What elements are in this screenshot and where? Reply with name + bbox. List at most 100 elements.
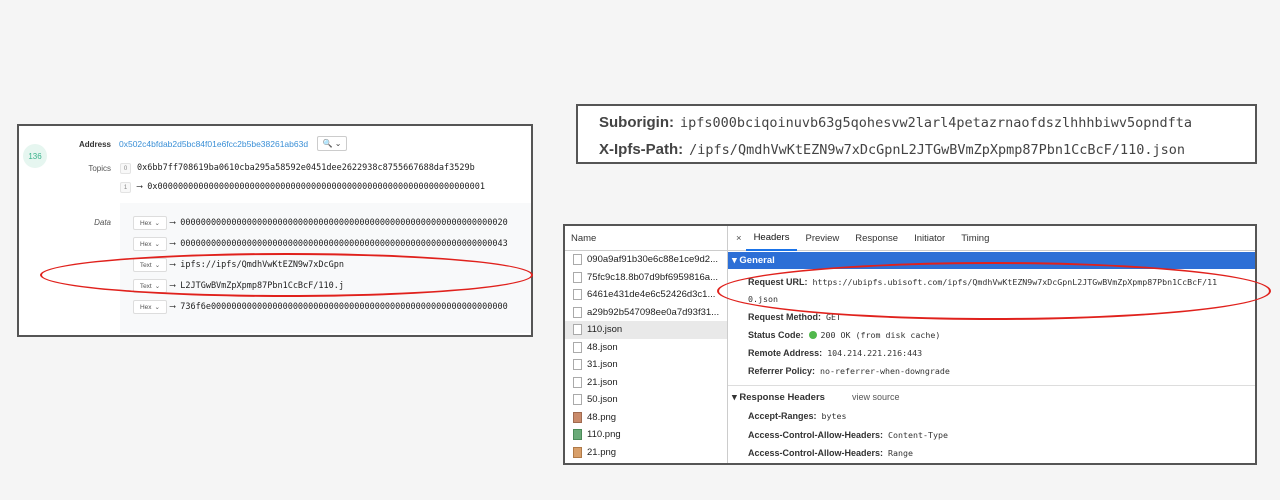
document-icon	[573, 359, 582, 371]
name-column-header[interactable]: Name	[565, 226, 727, 251]
request-row[interactable]: 110.png	[565, 426, 727, 444]
request-url-label: Request URL:	[748, 277, 808, 287]
acah-row: Access-Control-Allow-Headers: Content-Typ…	[748, 430, 948, 440]
acah-value: Content-Type	[888, 430, 948, 440]
chevron-down-icon: ⌄	[154, 262, 161, 269]
request-row[interactable]: 48.png	[565, 409, 727, 427]
data-label: Data	[94, 218, 111, 227]
request-row[interactable]: 6461e431de4e6c52426d3c1...	[565, 286, 727, 304]
section-divider	[728, 385, 1255, 386]
format-select[interactable]: Text ⌄	[133, 258, 167, 272]
request-row[interactable]: 21.json	[565, 374, 727, 392]
request-url-continued: 0.json	[748, 294, 778, 304]
request-url-value-wrap: 0.json	[748, 294, 778, 304]
data-value: ⟶ ipfs://ipfs/QmdhVwKtEZN9w7xDcGpn	[170, 260, 344, 270]
status-code-label: Status Code:	[748, 330, 804, 340]
acah-row: Access-Control-Allow-Headers: Range	[748, 448, 913, 458]
format-select[interactable]: Text ⌄	[133, 279, 167, 293]
accept-ranges-label: Accept-Ranges:	[748, 411, 817, 421]
request-row[interactable]: 21.png	[565, 444, 727, 462]
ipfs-path-label: X-Ipfs-Path:	[599, 141, 684, 158]
referrer-policy-label: Referrer Policy:	[748, 366, 816, 376]
format-select-label: Text	[139, 261, 152, 269]
suborigin-value: ipfs000bciqoinuvb63g5qohesvw2larl4petazr…	[680, 115, 1193, 131]
request-detail: × Headers Preview Response Initiator Tim…	[728, 226, 1255, 463]
request-name: 50.json	[587, 394, 618, 406]
tab-response[interactable]: Response	[847, 226, 906, 251]
request-row[interactable]: 090a9af91b30e6c88e1ce9d2...	[565, 251, 727, 269]
accept-ranges-value: bytes	[821, 411, 847, 421]
data-value: ⟶ 00000000000000000000000000000000000000…	[170, 239, 508, 249]
tab-timing[interactable]: Timing	[953, 226, 997, 251]
topics-label: Topics	[88, 164, 111, 173]
topic-index: 0	[120, 163, 131, 174]
request-name: 21.json	[587, 376, 618, 388]
format-select[interactable]: Hex ⌄	[133, 300, 167, 314]
document-icon	[573, 289, 582, 301]
request-row-selected[interactable]: 110.json	[565, 321, 727, 339]
request-name: 75fc9c18.8b07d9bf6959816a...	[587, 271, 719, 283]
remote-address-row: Remote Address: 104.214.221.216:443	[748, 348, 922, 358]
tab-initiator[interactable]: Initiator	[906, 226, 953, 251]
topic-index: 1	[120, 182, 131, 193]
address-link[interactable]: 0x502c4bfdab2d5bc84f01e6fcc2b5be38261ab6…	[119, 139, 308, 149]
request-row[interactable]: a29b92b547098ee0a7d93f31...	[565, 304, 727, 322]
request-row[interactable]: 31.json	[565, 356, 727, 374]
format-select[interactable]: Hex ⌄	[133, 237, 167, 251]
log-index-badge: 136	[23, 144, 47, 168]
format-select-label: Hex	[139, 240, 152, 248]
acah-label: Access-Control-Allow-Headers:	[748, 448, 884, 458]
zoom-dropdown-button[interactable]: 🔍 ⌄	[317, 136, 347, 151]
referrer-policy-row: Referrer Policy: no-referrer-when-downgra…	[748, 366, 950, 376]
format-select-label: Text	[139, 282, 152, 290]
request-name: 31.json	[587, 359, 618, 371]
data-value: ⟶ L2JTGwBVmZpXpmp87Pbn1CcBcF/110.j	[170, 281, 344, 291]
request-name: a29b92b547098ee0a7d93f31...	[587, 306, 720, 318]
request-name: 6461e431de4e6c52426d3c1...	[587, 289, 716, 301]
request-name: 110.json	[587, 324, 623, 336]
image-file-icon	[573, 411, 582, 423]
document-icon	[573, 306, 582, 318]
tab-preview[interactable]: Preview	[797, 226, 847, 251]
suborigin-row: Suborigin: ipfs000bciqoinuvb63g5qohesvw2l…	[599, 114, 1192, 131]
format-select[interactable]: Hex ⌄	[133, 216, 167, 230]
tab-headers[interactable]: Headers	[745, 226, 798, 251]
view-source-link[interactable]: view source	[852, 392, 900, 402]
document-icon	[573, 376, 582, 388]
detail-tabs: × Headers Preview Response Initiator Tim…	[728, 226, 1255, 251]
format-select-label: Hex	[139, 219, 152, 227]
status-code-row: Status Code: 200 OK (from disk cache)	[748, 330, 940, 340]
document-icon	[573, 324, 582, 336]
request-name: 090a9af91b30e6c88e1ce9d2...	[587, 254, 719, 266]
close-icon[interactable]: ×	[728, 226, 746, 251]
topic-value: ⟶ 0x000000000000000000000000000000000000…	[137, 182, 485, 192]
request-row[interactable]: 48.json	[565, 339, 727, 357]
document-icon	[573, 271, 582, 283]
chevron-down-icon: ⌄	[154, 220, 160, 227]
general-section-header[interactable]: ▾ General	[728, 252, 1255, 269]
format-select-label: Hex	[139, 303, 152, 311]
request-name: 48.json	[587, 341, 618, 353]
remote-address-label: Remote Address:	[748, 348, 823, 358]
topic-value: 0x6bb7ff708619ba0610cba295a58592e0451dee…	[137, 163, 475, 173]
request-row[interactable]: 50.json	[565, 391, 727, 409]
request-method-value: GET	[826, 312, 841, 322]
event-log-panel: 136 Address 0x502c4bfdab2d5bc84f01e6fcc2…	[17, 124, 533, 337]
request-method-label: Request Method:	[748, 312, 821, 322]
address-label: Address	[78, 140, 111, 149]
ipfs-path-value: /ipfs/QmdhVwKtEZN9w7xDcGpnL2JTGwBVmZpXpm…	[689, 142, 1185, 158]
status-ok-icon	[808, 331, 817, 339]
status-code-value: 200 OK (from disk cache)	[820, 330, 941, 340]
document-icon	[573, 254, 582, 266]
devtools-network-panel: Name 090a9af91b30e6c88e1ce9d2... 75fc9c1…	[563, 224, 1257, 465]
referrer-policy-value: no-referrer-when-downgrade	[820, 366, 950, 376]
request-row[interactable]: 75fc9c18.8b07d9bf6959816a...	[565, 269, 727, 287]
request-url-value: https://ubipfs.ubisoft.com/ipfs/QmdhVwKt…	[812, 277, 1218, 287]
response-headers-section-header[interactable]: ▾ Response Headers	[732, 392, 825, 403]
acah-label: Access-Control-Allow-Headers:	[748, 430, 884, 440]
accept-ranges-row: Accept-Ranges: bytes	[748, 411, 847, 421]
image-file-icon	[573, 446, 582, 458]
ipfs-path-row: X-Ipfs-Path: /ipfs/QmdhVwKtEZN9w7xDcGpnL2…	[599, 141, 1185, 158]
acah-value: Range	[888, 448, 914, 458]
chevron-down-icon: ⌄	[154, 283, 161, 290]
